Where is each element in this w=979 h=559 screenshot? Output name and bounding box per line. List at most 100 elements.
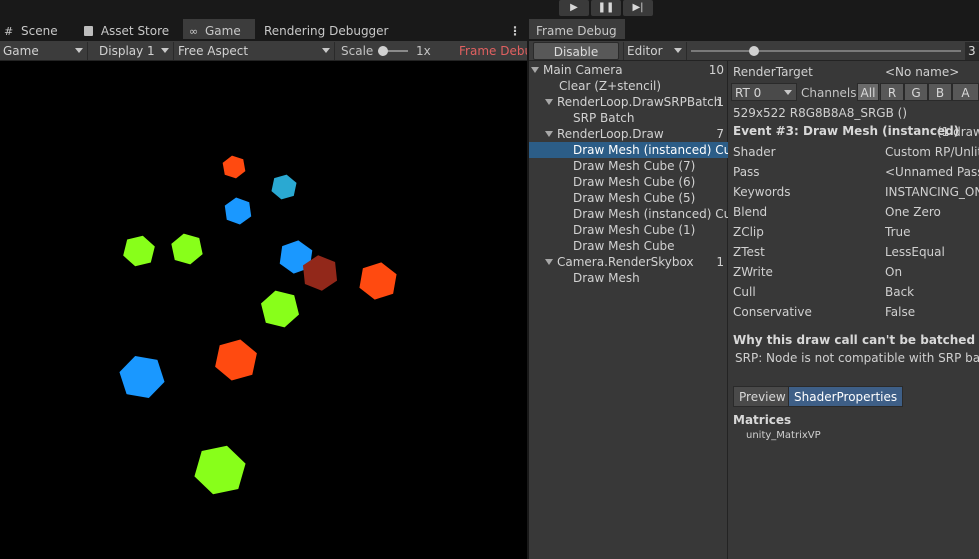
property-name: Pass <box>733 165 760 179</box>
display-dropdown[interactable]: Display 1 <box>96 42 174 60</box>
event-tree-label: Clear (Z+stencil) <box>559 79 662 93</box>
frame-debug-toolbar: Disable Editor 3 <box>529 41 979 61</box>
channel-all-button[interactable]: All <box>857 83 879 101</box>
frame-slider[interactable] <box>691 50 961 52</box>
aspect-dropdown[interactable]: Free Aspect <box>175 42 335 60</box>
frame-slider-thumb[interactable] <box>749 46 759 56</box>
chevron-down-icon <box>784 90 792 95</box>
cube-orange-small <box>222 155 246 179</box>
cube-teal <box>271 174 297 200</box>
property-name: Blend <box>733 205 768 219</box>
step-icon: ▶| <box>632 2 644 13</box>
event-tree-label: Draw Mesh (instanced) Cub <box>573 143 728 157</box>
chevron-down-icon <box>322 48 330 53</box>
tab-asset-store[interactable]: Asset Store <box>84 21 169 41</box>
tab-preview[interactable]: Preview <box>733 386 792 407</box>
property-name: Keywords <box>733 185 791 199</box>
event-tree-label: Draw Mesh Cube (7) <box>573 159 696 173</box>
event-tree-item[interactable]: Draw Mesh Cube (7) <box>529 158 728 174</box>
tab-scene[interactable]: # Scene <box>4 21 58 41</box>
tab-frame-debug[interactable]: Frame Debug <box>529 19 625 39</box>
play-toolbar: ▶ ❚❚ ▶| <box>0 0 979 20</box>
chevron-down-icon <box>161 48 169 53</box>
property-name: Shader <box>733 145 776 159</box>
channel-g-button[interactable]: G <box>904 83 928 101</box>
property-value: False <box>885 305 916 319</box>
event-tree-item[interactable]: Draw Mesh Cube (5) <box>529 190 728 206</box>
event-tree-item[interactable]: SRP Batch <box>529 110 728 126</box>
event-tree-item[interactable]: RenderLoop.Draw 7 <box>529 126 728 142</box>
expand-arrow-icon[interactable] <box>545 131 553 137</box>
bag-icon <box>84 26 93 36</box>
play-button[interactable]: ▶ <box>559 0 589 16</box>
event-tree-item[interactable]: Draw Mesh Cube <box>529 238 728 254</box>
scale-label: Scale <box>341 44 374 58</box>
tab-game[interactable]: ∞ Game <box>183 19 255 39</box>
scale-value: 1x <box>416 44 431 58</box>
event-tree-label: Draw Mesh Cube (6) <box>573 175 696 189</box>
scale-slider-thumb[interactable] <box>378 46 388 56</box>
view-dropdown[interactable]: Game <box>0 42 88 60</box>
channel-r-button[interactable]: R <box>880 83 904 101</box>
disable-button[interactable]: Disable <box>533 42 619 60</box>
frame-debug-tab-bar: Frame Debug <box>529 19 979 41</box>
event-tree-label: Main Camera <box>543 63 623 77</box>
property-name: ZTest <box>733 245 765 259</box>
matrices-title: Matrices <box>733 413 792 427</box>
game-toolbar: Game Display 1 Free Aspect Scale 1x Fram… <box>0 41 527 61</box>
render-target-value[interactable]: <No name> <box>885 65 959 79</box>
cube-blue-large <box>119 356 165 398</box>
channel-a-button[interactable]: A <box>952 83 979 101</box>
event-tree-item[interactable]: Draw Mesh Cube (1) <box>529 222 728 238</box>
expand-arrow-icon[interactable] <box>545 259 553 265</box>
cube-green-mid <box>171 233 203 265</box>
batch-reason-title: Why this draw call can't be batched with… <box>733 333 979 347</box>
tab-shader-properties[interactable]: ShaderProperties <box>788 386 904 407</box>
event-tree-item[interactable]: Draw Mesh <box>529 270 728 286</box>
event-tree-item[interactable]: Main Camera 10 <box>529 62 728 78</box>
event-tree-item[interactable]: Clear (Z+stencil) <box>529 78 728 94</box>
frame-debug-toggle[interactable]: Frame Debu <box>459 42 527 60</box>
event-tree-item[interactable]: RenderLoop.DrawSRPBatch 1 <box>529 94 728 110</box>
event-tree-count: 7 <box>716 127 724 141</box>
game-viewport[interactable] <box>0 61 527 559</box>
channel-b-button[interactable]: B <box>928 83 952 101</box>
event-tree-count: 1 <box>716 95 724 109</box>
play-icon: ▶ <box>570 2 578 13</box>
event-title: Event #3: Draw Mesh (instanced) <box>733 124 960 138</box>
event-tree-label: Draw Mesh (instanced) Cub <box>573 207 728 221</box>
game-tab-bar: # Scene Asset Store ∞ Game Rendering Deb… <box>0 19 527 41</box>
step-button[interactable]: ▶| <box>623 0 653 16</box>
property-value: Back <box>885 285 915 299</box>
event-tree-item[interactable]: Draw Mesh Cube (6) <box>529 174 728 190</box>
expand-arrow-icon[interactable] <box>531 67 539 73</box>
event-tree-label: Draw Mesh <box>573 271 640 285</box>
frame-index-field[interactable]: 3 <box>965 42 979 60</box>
rt-dropdown[interactable]: RT 0 <box>731 83 797 101</box>
grid-icon: # <box>4 25 14 38</box>
event-tree-label: RenderLoop.Draw <box>557 127 664 141</box>
property-value: True <box>885 225 911 239</box>
property-name: ZClip <box>733 225 764 239</box>
event-tree: Main Camera 10 Clear (Z+stencil) RenderLoop… <box>529 61 728 559</box>
event-details: RenderTarget <No name> RT 0 Channels All… <box>729 61 979 559</box>
batch-reason-text: SRP: Node is not compatible with SRP bat… <box>735 351 979 365</box>
tab-rendering-debugger[interactable]: Rendering Debugger <box>264 21 389 41</box>
gamepad-icon: ∞ <box>189 25 199 38</box>
channels-label: Channels <box>801 86 857 100</box>
cube-orange-right <box>359 262 397 300</box>
cube-green-left <box>123 235 155 267</box>
event-tree-item[interactable]: Draw Mesh (instanced) Cub <box>529 206 728 222</box>
render-target-label: RenderTarget <box>733 65 813 79</box>
event-tree-item[interactable]: Camera.RenderSkybox 1 <box>529 254 728 270</box>
event-tree-item[interactable]: Draw Mesh (instanced) Cub <box>529 142 728 158</box>
target-dropdown[interactable]: Editor <box>623 42 687 60</box>
property-value: Custom RP/Unlit, <box>885 145 979 159</box>
chevron-down-icon <box>75 48 83 53</box>
more-menu-icon[interactable]: ⋮ <box>509 21 521 41</box>
pause-button[interactable]: ❚❚ <box>591 0 621 16</box>
event-tree-label: Draw Mesh Cube (1) <box>573 223 696 237</box>
property-value: <Unnamed Pass <box>885 165 979 179</box>
expand-arrow-icon[interactable] <box>545 99 553 105</box>
event-draw-count: (1 draw <box>937 125 979 139</box>
